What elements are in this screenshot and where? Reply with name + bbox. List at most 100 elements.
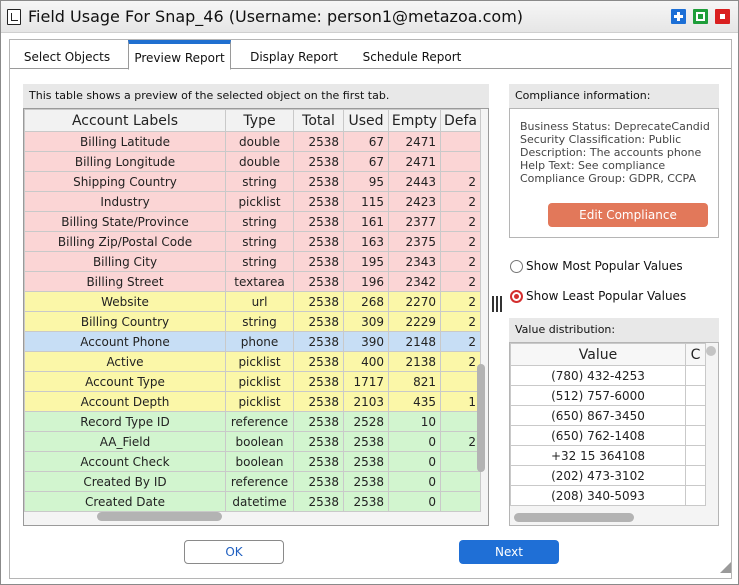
- table-row[interactable]: Billing Street textarea 2538 196 2342 2: [24, 271, 481, 292]
- next-button[interactable]: Next: [459, 540, 559, 564]
- table-row[interactable]: Billing Country string 2538 309 2229 2: [24, 311, 481, 332]
- table-row[interactable]: Created By ID reference 2538 2538 0: [24, 471, 481, 492]
- row-total: 2538: [293, 271, 344, 292]
- row-label: Account Type: [24, 371, 226, 392]
- row-default: 2: [440, 311, 481, 332]
- table-row[interactable]: Account Check boolean 2538 2538 0: [24, 451, 481, 472]
- row-label: Created By ID: [24, 471, 226, 492]
- maximize-icon[interactable]: [671, 9, 686, 24]
- distribution-vertical-scrollbar[interactable]: [706, 346, 716, 356]
- table-row[interactable]: Billing State/Province string 2538 161 2377 2: [24, 211, 481, 232]
- column-header-used[interactable]: Used: [343, 109, 389, 132]
- list-item[interactable]: +32 15 364108: [510, 445, 706, 466]
- table-row[interactable]: Account Depth picklist 2538 2103 435 1: [24, 391, 481, 412]
- table-row[interactable]: Billing Longitude double 2538 67 2471: [24, 151, 481, 172]
- list-item[interactable]: (650) 762-1408: [510, 425, 706, 446]
- table-row[interactable]: Industry picklist 2538 115 2423 2: [24, 191, 481, 212]
- column-header-type[interactable]: Type: [225, 109, 294, 132]
- list-item[interactable]: (208) 340-5093: [510, 485, 706, 506]
- table-row[interactable]: Record Type ID reference 2538 2528 10: [24, 411, 481, 432]
- row-used: 2103: [343, 391, 389, 412]
- row-empty: 0: [388, 451, 441, 472]
- row-total: 2538: [293, 331, 344, 352]
- edit-compliance-button[interactable]: Edit Compliance: [548, 203, 708, 227]
- row-type: string: [225, 311, 294, 332]
- row-empty: 2377: [388, 211, 441, 232]
- table-row[interactable]: Billing Latitude double 2538 67 2471: [24, 131, 481, 152]
- row-type: picklist: [225, 371, 294, 392]
- row-default: [440, 491, 481, 512]
- column-header-label[interactable]: Account Labels: [24, 109, 226, 132]
- list-item[interactable]: (512) 757-6000: [510, 385, 706, 406]
- column-header-count[interactable]: C: [685, 343, 706, 366]
- tab-schedule-report[interactable]: Schedule Report: [356, 40, 468, 69]
- row-empty: 2270: [388, 291, 441, 312]
- most-popular-radio[interactable]: [510, 260, 523, 273]
- most-popular-label: Show Most Popular Values: [526, 259, 683, 273]
- table-row[interactable]: Created Date datetime 2538 2538 0: [24, 491, 481, 512]
- row-used: 1717: [343, 371, 389, 392]
- row-label: Active: [24, 351, 226, 372]
- list-item[interactable]: (780) 432-4253: [510, 365, 706, 386]
- table-row[interactable]: AA_Field boolean 2538 2538 0 2: [24, 431, 481, 452]
- preview-horizontal-scrollbar[interactable]: [97, 512, 222, 521]
- distribution-value: +32 15 364108: [510, 445, 686, 466]
- row-total: 2538: [293, 431, 344, 452]
- row-empty: 10: [388, 411, 441, 432]
- column-header-total[interactable]: Total: [293, 109, 344, 132]
- column-header-value[interactable]: Value: [510, 343, 686, 366]
- row-total: 2538: [293, 471, 344, 492]
- row-type: reference: [225, 411, 294, 432]
- row-used: 268: [343, 291, 389, 312]
- row-default: 2: [440, 331, 481, 352]
- preview-table-container[interactable]: Account Labels Type Total Used Empty Def…: [23, 108, 489, 526]
- table-row[interactable]: Shipping Country string 2538 95 2443 2: [24, 171, 481, 192]
- list-item[interactable]: (650) 867-3450: [510, 405, 706, 426]
- tab-select-objects[interactable]: Select Objects: [14, 40, 120, 69]
- compliance-help-text: Help Text: See compliance: [520, 159, 666, 172]
- row-type: string: [225, 171, 294, 192]
- splitter-handle-icon[interactable]: [492, 296, 504, 312]
- column-header-default[interactable]: Defa: [440, 109, 481, 132]
- distribution-table-container[interactable]: Value C (780) 432-4253 (512) 757-6000 (650…: [509, 342, 719, 526]
- window-title: Field Usage For Snap_46 (Username: perso…: [28, 7, 524, 26]
- row-type: boolean: [225, 431, 294, 452]
- table-row[interactable]: Account Type picklist 2538 1717 821: [24, 371, 481, 392]
- row-type: double: [225, 131, 294, 152]
- least-popular-label: Show Least Popular Values: [526, 289, 687, 303]
- row-used: 2538: [343, 451, 389, 472]
- row-label: Industry: [24, 191, 226, 212]
- row-label: Billing Country: [24, 311, 226, 332]
- row-type: url: [225, 291, 294, 312]
- tab-preview-report[interactable]: Preview Report: [128, 40, 231, 70]
- preview-vertical-scrollbar[interactable]: [477, 364, 485, 472]
- row-type: boolean: [225, 451, 294, 472]
- least-popular-radio[interactable]: [510, 290, 523, 303]
- table-row[interactable]: Account Phone phone 2538 390 2148 2: [24, 331, 481, 352]
- row-used: 115: [343, 191, 389, 212]
- table-row[interactable]: Billing City string 2538 195 2343 2: [24, 251, 481, 272]
- row-label: AA_Field: [24, 431, 226, 452]
- column-header-empty[interactable]: Empty: [388, 109, 441, 132]
- row-default: [440, 151, 481, 172]
- distribution-value: (202) 473-3102: [510, 465, 686, 486]
- row-empty: 2471: [388, 151, 441, 172]
- tab-display-report[interactable]: Display Report: [239, 40, 349, 69]
- ok-button[interactable]: OK: [184, 540, 284, 564]
- row-used: 390: [343, 331, 389, 352]
- close-icon[interactable]: [715, 9, 730, 24]
- table-row[interactable]: Active picklist 2538 400 2138 2: [24, 351, 481, 372]
- row-default: [440, 471, 481, 492]
- title-bar[interactable]: Field Usage For Snap_46 (Username: perso…: [1, 1, 738, 33]
- distribution-horizontal-scrollbar[interactable]: [514, 513, 634, 522]
- row-total: 2538: [293, 491, 344, 512]
- resize-grip-icon[interactable]: [720, 562, 732, 574]
- row-label: Record Type ID: [24, 411, 226, 432]
- restore-icon[interactable]: [693, 9, 708, 24]
- table-row[interactable]: Billing Zip/Postal Code string 2538 163 2375…: [24, 231, 481, 252]
- row-default: [440, 131, 481, 152]
- row-total: 2538: [293, 351, 344, 372]
- list-item[interactable]: (202) 473-3102: [510, 465, 706, 486]
- row-default: 2: [440, 431, 481, 452]
- table-row[interactable]: Website url 2538 268 2270 2: [24, 291, 481, 312]
